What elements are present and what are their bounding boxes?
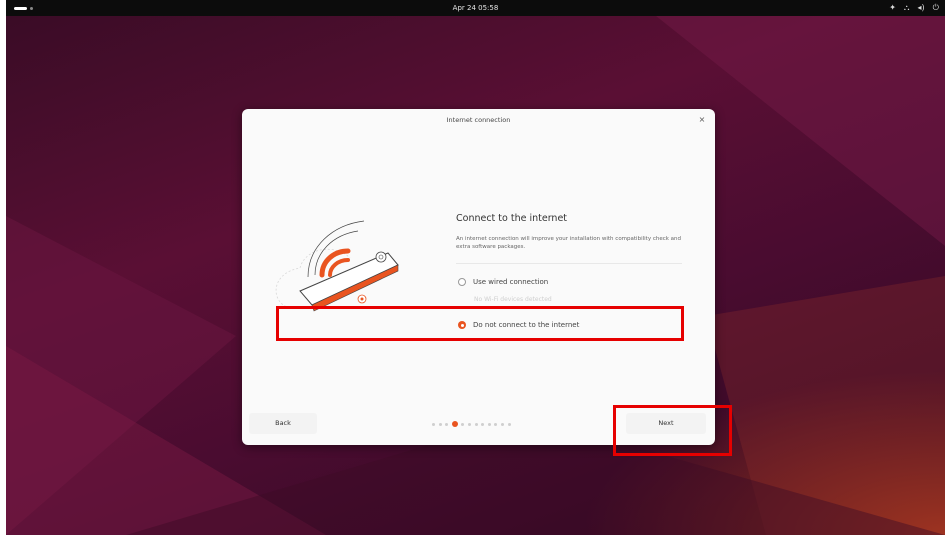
option-no-internet[interactable]: Do not connect to the internet bbox=[458, 319, 579, 331]
step-dot bbox=[500, 422, 504, 426]
step-dot bbox=[507, 422, 511, 426]
step-dot bbox=[432, 422, 435, 426]
page-description: An internet connection will improve your… bbox=[456, 236, 682, 250]
accessibility-icon[interactable]: ✦ bbox=[889, 0, 896, 16]
power-icon[interactable]: ⏻ bbox=[933, 0, 939, 16]
radio-button-wired[interactable] bbox=[458, 278, 466, 286]
next-button[interactable]: Next bbox=[626, 413, 706, 434]
divider bbox=[456, 263, 682, 264]
system-tray[interactable]: ✦ ⛬ ◂) ⏻ bbox=[889, 0, 939, 16]
step-dot bbox=[474, 422, 478, 426]
step-dot bbox=[461, 422, 465, 426]
wifi-illustration bbox=[275, 220, 399, 312]
volume-icon[interactable]: ◂) bbox=[918, 0, 925, 16]
step-dot bbox=[487, 422, 491, 426]
top-bar: Apr 24 05:58 ✦ ⛬ ◂) ⏻ bbox=[6, 0, 945, 16]
step-indicator bbox=[432, 421, 511, 427]
installer-dialog: Internet connection × Connect to the int… bbox=[242, 109, 715, 445]
page-heading: Connect to the internet bbox=[456, 213, 568, 224]
back-button[interactable]: Back bbox=[249, 413, 317, 434]
option-label: Use wired connection bbox=[473, 278, 549, 286]
network-icon[interactable]: ⛬ bbox=[904, 0, 910, 16]
step-dot bbox=[438, 422, 442, 426]
option-label: Do not connect to the internet bbox=[473, 321, 580, 329]
step-dot bbox=[445, 422, 449, 426]
step-dot bbox=[481, 422, 485, 426]
step-dot bbox=[494, 422, 498, 426]
option-wired-connection[interactable]: Use wired connection bbox=[458, 276, 548, 288]
clock[interactable]: Apr 24 05:58 bbox=[6, 0, 945, 16]
close-button[interactable]: × bbox=[697, 115, 707, 125]
step-dot bbox=[467, 422, 471, 426]
radio-button-no-internet[interactable] bbox=[458, 321, 466, 329]
dialog-title: Internet connection bbox=[446, 116, 511, 124]
step-dot-current bbox=[451, 421, 458, 427]
wifi-status-note: No Wi-Fi devices detected bbox=[474, 296, 552, 303]
